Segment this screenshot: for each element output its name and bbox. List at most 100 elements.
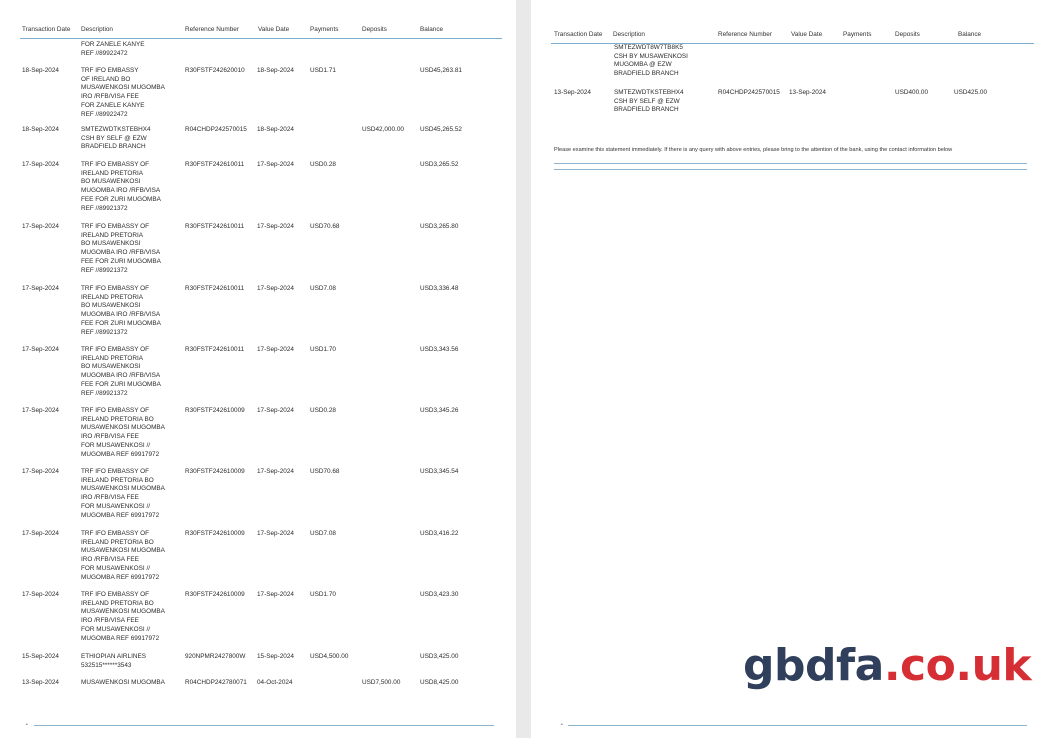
row-reference-number: R30FSTF242620010 [185,67,245,74]
header-rule [20,38,502,39]
row-description: FOR ZANELE KANYE REF //89922472 [81,41,145,57]
row-balance: USD45,263.81 [420,67,462,74]
row-value-date: 17-Sep-2024 [257,468,294,475]
row-transaction-date: 17-Sep-2024 [22,285,59,292]
row-reference-number: R30FSTF242610011 [185,161,245,168]
watermark-name: gbdfa [743,640,884,691]
row-payment: USD70.68 [310,223,340,230]
row-value-date: 17-Sep-2024 [257,591,294,598]
watermark-domain: .co.uk [883,640,1032,691]
row-payment: USD0.28 [310,407,336,414]
row-balance: USD3,345.54 [420,468,459,475]
header-reference-number: Reference Number [718,31,772,38]
row-balance: USD3,425.00 [420,653,459,660]
row-balance: USD3,345.26 [420,407,459,414]
header-payments: Payments [843,31,872,38]
row-reference-number: R04CHDP242570015 [185,126,247,133]
notice-rule [554,169,1027,170]
row-description: SMTEZWDTKSTEBHX4 CSH BY SELF @ EZW BRADF… [614,89,684,114]
row-description: SMTEZWDTKSTEBHX4 CSH BY SELF @ EZW BRADF… [81,126,151,151]
row-description: TRF IFO EMBASSY OF IRELAND PRETORIA BO M… [81,591,165,642]
row-balance: USD3,423.30 [420,591,459,598]
header-value-date: Value Date [791,31,823,38]
row-payment: USD7.08 [310,530,336,537]
row-description: MUSAWENKOSI MUGOMBA [81,679,165,686]
row-reference-number: R30FSTF242610009 [185,407,245,414]
row-balance: USD3,416.22 [420,530,459,537]
row-payment: USD1.70 [310,591,336,598]
row-description: SMTEZWDT8W7TB8K5 CSH BY MUSAWENKOSI MUGO… [614,44,688,78]
row-balance: USD425.00 [954,89,988,96]
row-transaction-date: 17-Sep-2024 [22,591,59,598]
row-reference-number: R30FSTF242610009 [185,468,245,475]
header-payments: Payments [310,26,339,33]
header-deposits: Deposits [895,31,920,38]
row-transaction-date: 18-Sep-2024 [22,67,59,74]
row-deposit: USD42,000.00 [362,126,404,133]
row-reference-number: R04CHDP242780071 [185,679,247,686]
header-deposits: Deposits [362,26,387,33]
row-reference-number: 920NPMR2427800W [185,653,246,660]
row-value-date: 17-Sep-2024 [257,407,294,414]
row-reference-number: R30FSTF242610011 [185,285,245,292]
row-transaction-date: 17-Sep-2024 [22,530,59,537]
row-value-date: 17-Sep-2024 [257,161,294,168]
row-description: TRF IFO EMBASSY OF IRELAND PRETORIA BO M… [81,468,165,519]
row-description: TRF IFO EMBASSY OF IRELAND PRETORIA BO M… [81,530,165,581]
row-payment: USD1.71 [310,67,336,74]
row-transaction-date: 17-Sep-2024 [22,468,59,475]
row-description: TRF IFO EMBASSY OF IRELAND PRETORIA BO M… [81,346,161,397]
row-value-date: 15-Sep-2024 [257,653,294,660]
row-reference-number: R30FSTF242610011 [185,223,245,230]
row-transaction-date: 18-Sep-2024 [22,126,59,133]
row-transaction-date: 17-Sep-2024 [22,407,59,414]
header-description: Description [81,26,113,33]
row-value-date: 17-Sep-2024 [257,285,294,292]
header-transaction-date: Transaction Date [22,26,71,33]
row-description: TRF IFO EMBASSY OF IRELAND PRETORIA BO M… [81,161,161,212]
row-reference-number: R30FSTF242610009 [185,530,245,537]
header-balance: Balance [958,31,982,38]
row-transaction-date: 17-Sep-2024 [22,346,59,353]
row-balance: USD8,425.00 [420,679,459,686]
row-payment: USD7.08 [310,285,336,292]
statement-notice: Please examine this statement immediatel… [554,147,953,153]
row-transaction-date: 13-Sep-2024 [22,679,59,686]
header-reference-number: Reference Number [185,26,239,33]
row-transaction-date: 17-Sep-2024 [22,223,59,230]
row-balance: USD3,336.48 [420,285,459,292]
footer-rule [568,725,1027,726]
row-reference-number: R30FSTF242610009 [185,591,245,598]
row-reference-number: R30FSTF242610011 [185,346,245,353]
header-description: Description [613,31,645,38]
row-transaction-date: 15-Sep-2024 [22,653,59,660]
row-payment: USD4,500.00 [310,653,349,660]
row-reference-number: R04CHDP242570015 [718,89,780,96]
row-value-date: 04-Oct-2024 [257,679,293,686]
row-value-date: 17-Sep-2024 [257,223,294,230]
row-balance: USD3,265.52 [420,161,459,168]
header-value-date: Value Date [258,26,290,33]
row-description: ETHIOPIAN AIRLINES 532515******3543 [81,653,146,669]
row-deposit: USD400.00 [895,89,929,96]
row-value-date: 17-Sep-2024 [257,530,294,537]
row-description: TRF IFO EMBASSY OF IRELAND PRETORIA BO M… [81,223,161,274]
row-payment: USD0.28 [310,161,336,168]
row-description: TRF IFO EMBASSY OF IRELAND PRETORIA BO M… [81,285,161,336]
row-balance: USD3,343.56 [420,346,459,353]
row-deposit: USD7,500.00 [362,679,401,686]
footer-bullet: • [561,722,563,728]
row-description: TRF IFO EMBASSY OF IRELAND PRETORIA BO M… [81,407,165,458]
row-payment: USD1.70 [310,346,336,353]
row-value-date: 17-Sep-2024 [257,346,294,353]
watermark-logo: gbdfa.co.uk [743,640,1032,691]
statement-page-left: Transaction Date Description Reference N… [0,0,516,738]
footer-rule [34,725,494,726]
header-transaction-date: Transaction Date [554,31,603,38]
row-value-date: 18-Sep-2024 [257,67,294,74]
statement-page-right: Transaction Date Description Reference N… [531,0,1049,738]
row-value-date: 18-Sep-2024 [257,126,294,133]
row-transaction-date: 17-Sep-2024 [22,161,59,168]
row-payment: USD70.68 [310,468,340,475]
row-description: TRF IFO EMBASSY OF IRELAND BO MUSAWENKOS… [81,67,165,118]
